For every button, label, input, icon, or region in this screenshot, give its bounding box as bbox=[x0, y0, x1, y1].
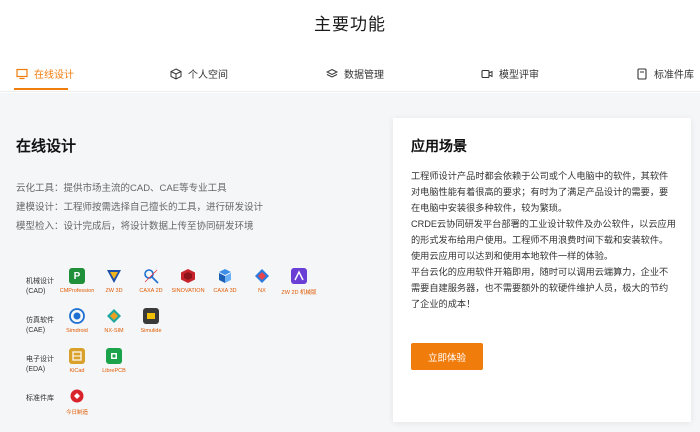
software-name: Simdroid bbox=[66, 328, 88, 334]
category-name: 机械设计 bbox=[26, 278, 54, 285]
category-cad: 机械设计 (CAD) bbox=[26, 277, 54, 297]
software-nxsim[interactable]: NX-SIM bbox=[94, 308, 134, 334]
simulide-icon bbox=[143, 308, 159, 324]
feature-line: 建模设计：工程师按需选择自己擅长的工具，进行研发设计 bbox=[16, 202, 264, 213]
caxa3d-icon bbox=[217, 268, 233, 284]
tab-label: 数据管理 bbox=[344, 70, 384, 81]
active-tab-indicator bbox=[14, 88, 68, 90]
software-name: Simulide bbox=[140, 328, 162, 334]
nxsim-icon bbox=[106, 308, 122, 324]
category-abbr: (CAE) bbox=[26, 327, 46, 334]
caxa2d-icon bbox=[143, 268, 159, 284]
category-name: 仿真软件 bbox=[26, 317, 54, 324]
software-caxa3d[interactable]: CAXA 3D bbox=[205, 268, 245, 294]
software-kicad[interactable]: KiCad bbox=[57, 348, 97, 374]
tab-label: 个人空间 bbox=[188, 70, 228, 81]
software-name: KiCad bbox=[69, 368, 85, 374]
category-abbr: (CAD) bbox=[26, 288, 46, 295]
librepcb-icon bbox=[106, 348, 122, 364]
tab-personal-space[interactable]: 个人空间 bbox=[170, 66, 228, 81]
feature-tabs: 在线设计 个人空间 数据管理 模型评审 标准件库 bbox=[0, 60, 700, 92]
tab-online-design[interactable]: 在线设计 bbox=[16, 66, 74, 81]
card-paragraph: 工程师设计产品时都会依赖于公司或个人电脑中的软件，其软件对电脑性能有着很高的要求… bbox=[411, 171, 669, 213]
software-caxa2d[interactable]: CAXA 2D bbox=[131, 268, 171, 294]
software-librepcb[interactable]: LibrePCB bbox=[94, 348, 134, 374]
card-body: 工程师设计产品时都会依赖于公司或个人电脑中的软件，其软件对电脑性能有着很高的要求… bbox=[411, 168, 677, 312]
card-title: 应用场景 bbox=[411, 138, 467, 154]
kicad-icon bbox=[69, 348, 85, 364]
software-sinovation[interactable]: SINOVATION bbox=[168, 268, 208, 294]
category-cae: 仿真软件 (CAE) bbox=[26, 316, 54, 336]
category-eda: 电子设计 (EDA) bbox=[26, 355, 54, 375]
feature-line: 模型检入：设计完成后，将设计数据上传至协同研发环境 bbox=[16, 221, 254, 232]
software-name: CAXA 2D bbox=[139, 288, 163, 294]
page-title: 主要功能 bbox=[314, 15, 386, 34]
software-name: CAXA 3D bbox=[213, 288, 237, 294]
section-title: 在线设计 bbox=[16, 138, 77, 155]
category-abbr: (EDA) bbox=[26, 366, 46, 373]
simdroid-icon bbox=[69, 308, 85, 324]
tab-label: 标准件库 bbox=[654, 70, 694, 81]
software-zw3d[interactable]: ZW 3D bbox=[94, 268, 134, 294]
software-name: 今日制造 bbox=[65, 410, 88, 416]
tab-model-review[interactable]: 模型评审 bbox=[481, 66, 539, 81]
tab-standard-parts[interactable]: 标准件库 bbox=[636, 66, 694, 81]
video-camera-icon bbox=[481, 68, 493, 80]
monitor-icon bbox=[16, 68, 28, 80]
scenario-card: 应用场景 工程师设计产品时都会依赖于公司或个人电脑中的软件，其软件对电脑性能有着… bbox=[393, 118, 691, 422]
card-paragraph: 平台云化的应用软件开箱即用，随时可以调用云端算力，企业不需要自建服务器，也不需要… bbox=[411, 267, 669, 309]
software-cmprofession[interactable]: P CMProfession bbox=[57, 268, 97, 294]
category-name: 标准件库 bbox=[26, 395, 54, 402]
book-icon bbox=[636, 67, 648, 80]
nx-icon bbox=[254, 268, 270, 284]
software-simulide[interactable]: Simulide bbox=[131, 308, 171, 334]
software-name: NX bbox=[258, 288, 266, 294]
tab-label: 在线设计 bbox=[34, 70, 74, 81]
zw2d-icon bbox=[291, 268, 307, 284]
zw3d-icon bbox=[106, 268, 122, 284]
feature-line: 云化工具：提供市场主流的CAD、CAE等专业工具 bbox=[16, 183, 227, 194]
category-name: 电子设计 bbox=[26, 356, 54, 363]
sinovation-icon bbox=[180, 268, 196, 284]
layers-icon bbox=[325, 68, 339, 80]
software-name: NX-SIM bbox=[104, 328, 124, 334]
software-name: ZW 3D bbox=[105, 288, 123, 294]
software-name: ZW 2D 机械版 bbox=[281, 290, 317, 296]
try-now-button[interactable]: 立即体验 bbox=[411, 343, 483, 370]
cmprofession-icon: P bbox=[69, 268, 85, 284]
software-nx[interactable]: NX bbox=[242, 268, 282, 294]
jinrizhizao-icon bbox=[69, 388, 85, 404]
tab-data-management[interactable]: 数据管理 bbox=[325, 66, 384, 81]
software-name: SINOVATION bbox=[171, 288, 205, 294]
software-name: LibrePCB bbox=[102, 368, 126, 374]
software-name: CMProfession bbox=[59, 288, 95, 294]
software-jinrizhizao[interactable]: 今日制造 bbox=[57, 388, 97, 416]
tab-label: 模型评审 bbox=[499, 70, 539, 81]
software-zw2d[interactable]: ZW 2D 机械版 bbox=[279, 268, 319, 296]
software-simdroid[interactable]: Simdroid bbox=[57, 308, 97, 334]
card-paragraph: CRDE云协同研发平台部署的工业设计软件及办公软件，以云应用的形式发布给用户使用… bbox=[411, 219, 676, 261]
cube-icon bbox=[170, 67, 182, 80]
category-standard-parts: 标准件库 bbox=[26, 394, 54, 404]
